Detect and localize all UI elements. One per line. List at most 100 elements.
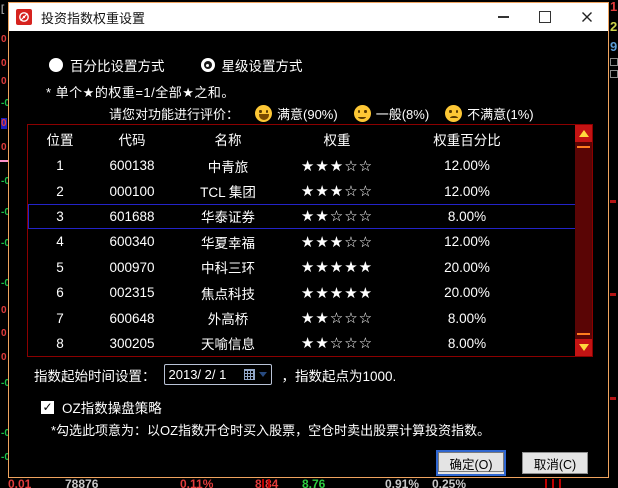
- rating-option-label: 满意(90%): [277, 104, 338, 123]
- cell-pos: 8: [28, 336, 92, 351]
- arrow-down-icon: [579, 344, 589, 351]
- bg-quote-value: 0.25%: [432, 477, 466, 488]
- cell-pos: 7: [28, 311, 92, 326]
- rating-option-sad[interactable]: 不满意(1%): [445, 104, 533, 123]
- scroll-up-button[interactable]: [575, 125, 592, 142]
- cell-percent: 8.00%: [390, 336, 574, 351]
- ok-button[interactable]: 确定(O): [438, 452, 504, 472]
- maximize-icon: [539, 11, 551, 23]
- table-row[interactable]: 6002315焦点科技★★★★★20.00%: [28, 280, 592, 305]
- cell-percent: 12.00%: [390, 158, 574, 173]
- dialog-body: 百分比设置方式 星级设置方式 * 单个★的权重=1/全部★之和。 请您对功能进行…: [9, 31, 608, 477]
- bg-quote-value: 78876: [65, 477, 98, 488]
- cell-percent: 8.00%: [390, 209, 574, 224]
- bg-fragment: 0: [1, 305, 7, 316]
- background-red-tick: [552, 479, 554, 488]
- title-bar[interactable]: 投资指数权重设置: [9, 3, 608, 31]
- close-icon: [581, 11, 593, 23]
- cell-stars: ★★★★★: [284, 258, 390, 276]
- cell-percent: 8.00%: [390, 311, 574, 326]
- scroll-down-button[interactable]: [575, 339, 592, 356]
- radio-percent-label: 百分比设置方式: [70, 55, 165, 75]
- cancel-button[interactable]: 取消(C): [522, 452, 588, 474]
- bg-quote-value: 0.91%: [385, 477, 419, 488]
- cell-name: 外高桥: [172, 308, 284, 328]
- background-box-glyph: [610, 58, 618, 66]
- cell-percent: 12.00%: [390, 234, 574, 249]
- happy-face-icon: [255, 105, 272, 122]
- rating-prompt: 请您对功能进行评价：: [109, 104, 239, 123]
- cell-pos: 5: [28, 260, 92, 275]
- rating-option-neutral[interactable]: 一般(8%): [354, 104, 429, 123]
- minimize-icon: [498, 16, 509, 18]
- ok-button-focus-ring: 确定(O): [436, 450, 506, 476]
- bg-fragment: 0: [1, 352, 7, 363]
- table-row[interactable]: 5000970中科三环★★★★★20.00%: [28, 255, 592, 280]
- date-value: 2013/ 2/ 1: [169, 367, 244, 382]
- bg-fragment: 0: [1, 328, 7, 339]
- radio-star-mode[interactable]: 星级设置方式: [201, 55, 303, 75]
- background-red-dash: [610, 397, 616, 400]
- minimize-button[interactable]: [482, 3, 524, 31]
- table-row[interactable]: 4600340华夏幸福★★★☆☆12.00%: [28, 229, 592, 254]
- cell-stars: ★★★☆☆: [284, 233, 390, 251]
- calendar-icon: [244, 369, 255, 380]
- bg-fragment: 1: [610, 1, 617, 12]
- cell-pos: 2: [28, 184, 92, 199]
- chevron-down-icon: [259, 372, 267, 377]
- rating-option-happy[interactable]: 满意(90%): [255, 104, 338, 123]
- cell-name: 焦点科技: [172, 283, 284, 303]
- cell-code: 000970: [92, 260, 172, 275]
- cell-stars: ★★★☆☆: [284, 182, 390, 200]
- table-row[interactable]: 7600648外高桥★★☆☆☆8.00%: [28, 305, 592, 330]
- weight-settings-dialog: 投资指数权重设置 百分比设置方式 星级设置方式: [8, 2, 609, 478]
- cell-code: 600138: [92, 158, 172, 173]
- radio-percent-mode[interactable]: 百分比设置方式: [49, 55, 165, 75]
- cell-code: 600340: [92, 234, 172, 249]
- background-red-dash: [610, 293, 616, 296]
- maximize-button[interactable]: [524, 3, 566, 31]
- rating-option-label: 一般(8%): [376, 104, 429, 123]
- bg-fragment: 0: [1, 118, 7, 129]
- column-header: 代码: [92, 129, 172, 149]
- cell-pos: 4: [28, 234, 92, 249]
- weight-table: 位置代码名称权重权重百分比 1600138中青旅★★★☆☆12.00%20001…: [27, 124, 593, 357]
- radio-unselected-icon: [49, 58, 63, 72]
- cell-pos: 3: [28, 209, 92, 224]
- close-button[interactable]: [566, 3, 608, 31]
- strategy-label: OZ指数操盘策略: [62, 397, 162, 417]
- table-row[interactable]: 1600138中青旅★★★☆☆12.00%: [28, 153, 592, 178]
- bg-quote-value: 8.84: [255, 477, 278, 488]
- bg-quote-value: 8.76: [302, 477, 325, 488]
- app-logo-icon: [16, 9, 32, 25]
- table-scrollbar[interactable]: [575, 125, 592, 356]
- scrollbar-thumb-top: [577, 146, 590, 148]
- cell-stars: ★★★☆☆: [284, 157, 390, 175]
- rating-option-label: 不满意(1%): [467, 104, 533, 123]
- table-row[interactable]: 2000100TCL 集团★★★☆☆12.00%: [28, 178, 592, 203]
- bg-fragment: 0: [1, 76, 7, 87]
- bg-fragment: 0: [1, 34, 7, 45]
- cell-percent: 12.00%: [390, 184, 574, 199]
- background-red-tick: [268, 479, 270, 488]
- bg-fragment: 0: [1, 142, 7, 153]
- bg-quote-value: 0.11%: [180, 477, 213, 488]
- bg-fragment: [: [1, 4, 4, 15]
- background-red-tick: [545, 479, 547, 488]
- background-red-tick: [262, 479, 264, 488]
- column-header: 位置: [28, 129, 92, 149]
- cell-percent: 20.00%: [390, 285, 574, 300]
- table-row[interactable]: 3601688华泰证券★★☆☆☆8.00%: [28, 204, 592, 229]
- table-row[interactable]: 8300205天喻信息★★☆☆☆8.00%: [28, 331, 592, 356]
- checkbox-checked-icon[interactable]: ✓: [41, 401, 54, 414]
- background-pink-mark: [0, 160, 8, 162]
- column-header: 权重百分比: [390, 129, 574, 149]
- cell-pos: 1: [28, 158, 92, 173]
- date-picker[interactable]: 2013/ 2/ 1: [164, 364, 272, 385]
- cell-name: 华夏幸福: [172, 232, 284, 252]
- strategy-checkbox-row[interactable]: ✓ OZ指数操盘策略: [41, 397, 162, 417]
- background-red-dash: [610, 200, 616, 203]
- date-suffix: ，指数起点为1000.: [282, 365, 397, 385]
- cell-name: 华泰证券: [172, 206, 284, 226]
- cell-pos: 6: [28, 285, 92, 300]
